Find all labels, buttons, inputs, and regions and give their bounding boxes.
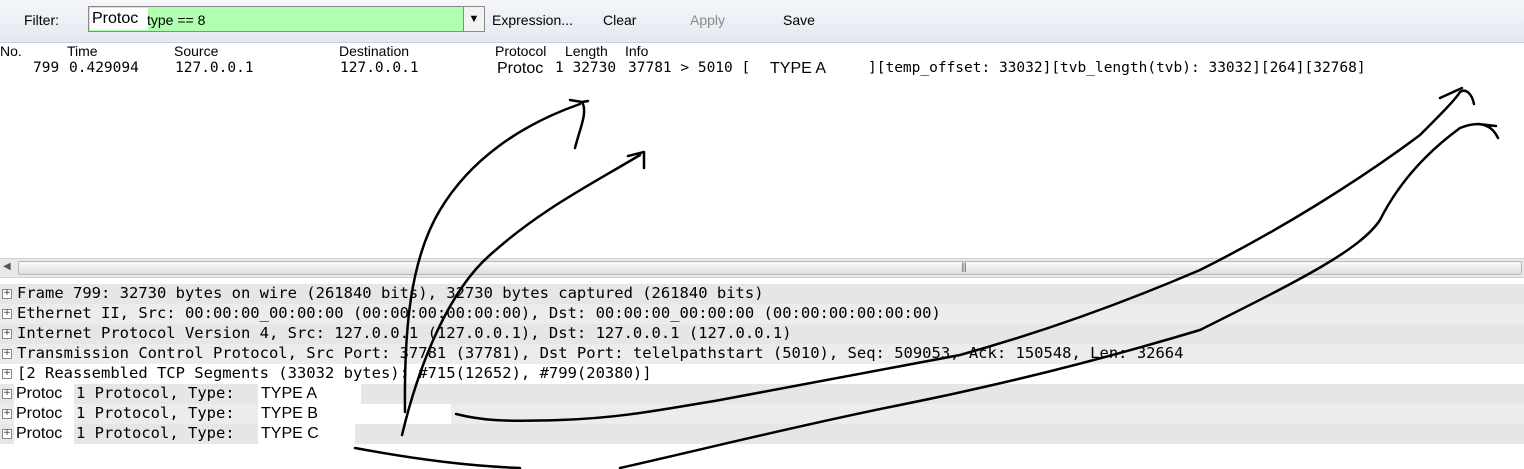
column-header-destination[interactable]: Destination — [339, 43, 409, 59]
packet-list-header: No. Time Source Destination Protocol Len… — [0, 42, 1524, 60]
chevron-down-icon: ▼ — [468, 13, 480, 25]
proto-prefix-text: Protoc — [14, 424, 74, 444]
column-header-time[interactable]: Time — [67, 43, 98, 59]
filter-input[interactable]: Protoc type == 8 — [88, 6, 484, 32]
filter-label: Filter: — [24, 12, 59, 28]
detail-text: Transmission Control Protocol, Src Port:… — [17, 344, 1184, 362]
packet-list-empty-area — [0, 80, 1524, 258]
detail-text: [2 Reassembled TCP Segments (33032 bytes… — [17, 364, 652, 382]
save-button[interactable]: Save — [783, 12, 815, 28]
column-header-no[interactable]: No. — [0, 43, 22, 59]
detail-row-frame[interactable]: + Frame 799: 32730 bytes on wire (261840… — [0, 284, 1524, 304]
apply-button[interactable]: Apply — [690, 12, 725, 28]
plus-expander-icon[interactable]: + — [2, 329, 12, 339]
proto-text: 1 Protocol, Type: — [76, 404, 235, 422]
detail-text: Frame 799: 32730 bytes on wire (261840 b… — [17, 284, 764, 302]
detail-row-protocol-c[interactable]: + Protoc 1 Protocol, Type: TYPE C — [0, 424, 1524, 444]
detail-text: Internet Protocol Version 4, Src: 127.0.… — [17, 324, 792, 342]
packet-no: 799 — [33, 60, 60, 76]
proto-type: TYPE C — [258, 424, 355, 444]
column-header-length[interactable]: Length — [565, 43, 608, 59]
scrollbar-thumb[interactable]: ||| — [18, 261, 1522, 275]
proto-type: TYPE B — [258, 404, 451, 424]
column-header-info[interactable]: Info — [625, 43, 648, 59]
detail-row-protocol-a[interactable]: + Protoc 1 Protocol, Type: TYPE A — [0, 384, 1524, 404]
plus-expander-icon[interactable]: + — [2, 429, 12, 439]
filter-prefix-text: Protoc — [90, 8, 148, 30]
filter-value-text: type == 8 — [147, 12, 206, 28]
detail-row-ethernet[interactable]: + Ethernet II, Src: 00:00:00_00:00:00 (0… — [0, 304, 1524, 324]
detail-row-tcp[interactable]: + Transmission Control Protocol, Src Por… — [0, 344, 1524, 364]
detail-text: Ethernet II, Src: 00:00:00_00:00:00 (00:… — [17, 304, 941, 322]
detail-row-protocol-b[interactable]: + Protoc 1 Protocol, Type: TYPE B — [0, 404, 1524, 424]
proto-text: 1 Protocol, Type: — [76, 384, 235, 402]
proto-prefix-text: Protoc — [14, 404, 74, 424]
plus-expander-icon[interactable]: + — [2, 389, 12, 399]
packet-details-tree: + Frame 799: 32730 bytes on wire (261840… — [0, 280, 1524, 469]
proto-prefix-text: Protoc — [14, 384, 74, 404]
packet-time: 0.429094 — [69, 60, 139, 76]
plus-expander-icon[interactable]: + — [2, 349, 12, 359]
plus-expander-icon[interactable]: + — [2, 289, 12, 299]
packet-row[interactable]: 799 0.429094 127.0.0.1 127.0.0.1 Protoc … — [0, 60, 1524, 80]
packet-destination: 127.0.0.1 — [340, 60, 419, 76]
packet-source: 127.0.0.1 — [175, 60, 254, 76]
packet-info-type: TYPE A — [770, 60, 868, 78]
packet-protocol: Protoc — [497, 60, 553, 78]
proto-type: TYPE A — [258, 384, 361, 404]
plus-expander-icon[interactable]: + — [2, 409, 12, 419]
detail-row-ipv4[interactable]: + Internet Protocol Version 4, Src: 127.… — [0, 324, 1524, 344]
plus-expander-icon[interactable]: + — [2, 369, 12, 379]
packet-list-hscrollbar[interactable]: ◀ ||| — [0, 258, 1524, 278]
packet-length: 1 32730 — [555, 60, 617, 76]
plus-expander-icon[interactable]: + — [2, 309, 12, 319]
proto-text: 1 Protocol, Type: — [76, 424, 235, 442]
packet-info-prefix: 37781 > 5010 [ — [628, 60, 751, 76]
filter-toolbar: Filter: Protoc type == 8 ▼ Expression...… — [0, 0, 1524, 43]
detail-row-reassembled[interactable]: + [2 Reassembled TCP Segments (33032 byt… — [0, 364, 1524, 384]
packet-info-suffix: ][temp_offset: 33032][tvb_length(tvb): 3… — [868, 60, 1366, 76]
grip-icon: ||| — [961, 262, 967, 273]
column-header-protocol[interactable]: Protocol — [495, 43, 546, 59]
clear-button[interactable]: Clear — [603, 12, 636, 28]
column-header-source[interactable]: Source — [174, 43, 218, 59]
expression-button[interactable]: Expression... — [492, 12, 573, 28]
filter-dropdown-button[interactable]: ▼ — [463, 6, 485, 32]
arrow-left-icon[interactable]: ◀ — [3, 261, 11, 272]
